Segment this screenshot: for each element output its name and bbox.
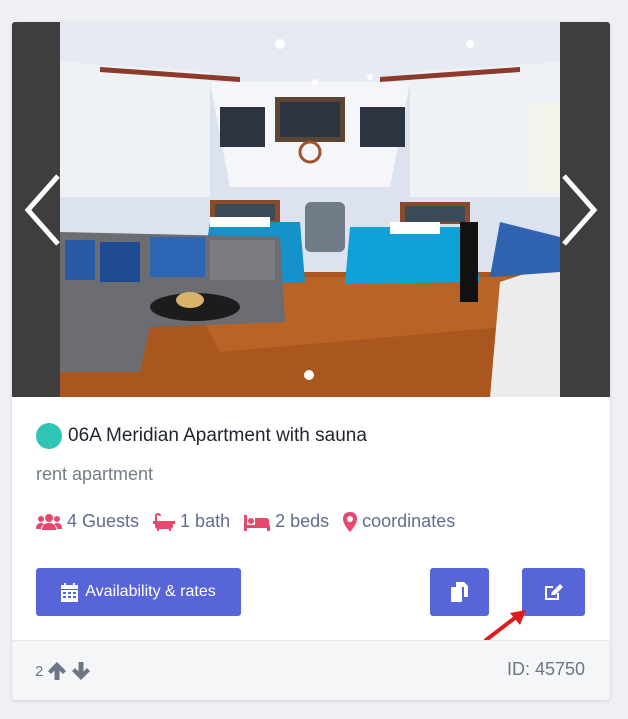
arrow-down-icon[interactable] (71, 661, 91, 681)
bed-icon (244, 514, 271, 531)
copy-listing-button[interactable] (430, 568, 489, 616)
listing-title[interactable]: 06A Meridian Apartment with sauna (68, 425, 367, 447)
arrow-up-icon[interactable] (47, 661, 67, 681)
location-label[interactable]: coordinates (362, 511, 455, 532)
bath-icon (153, 512, 176, 531)
listing-title-row: 06A Meridian Apartment with sauna (36, 422, 367, 450)
availability-rates-button[interactable]: Availability & rates (36, 568, 241, 616)
calendar-icon (61, 582, 79, 602)
vote-count: 2 (35, 662, 44, 680)
bath-label: 1 bath (180, 511, 231, 531)
location-amenity[interactable]: coordinates (343, 511, 455, 532)
bath-amenity: 1 bath (153, 511, 230, 532)
card-footer: 2 ID: 45750 (12, 640, 610, 700)
guests-label: 4 Guests (67, 511, 140, 531)
guests-amenity: 4 Guests (36, 511, 139, 532)
gallery-pagination (304, 370, 314, 380)
listing-type: rent apartment (36, 464, 154, 484)
users-icon (36, 513, 62, 530)
vote-controls: 2 (35, 661, 95, 681)
next-image-arrow[interactable] (556, 172, 600, 248)
beds-label: 2 beds (275, 511, 330, 531)
listing-photo[interactable] (60, 22, 560, 397)
listing-card: 06A Meridian Apartment with sauna rent a… (12, 22, 610, 700)
listing-id: ID: 45750 (506, 659, 585, 679)
amenities-row: 4 Guests 1 bath 2 beds coordinates (36, 511, 469, 532)
availability-rates-label: Availability & rates (85, 583, 216, 600)
map-marker-icon (343, 511, 358, 532)
beds-amenity: 2 beds (244, 511, 329, 532)
gallery-dot-1[interactable] (304, 370, 314, 380)
edit-icon (545, 583, 563, 600)
copy-icon (451, 582, 468, 602)
photo-gallery (12, 22, 610, 397)
previous-image-arrow[interactable] (22, 172, 66, 248)
status-indicator (36, 423, 62, 449)
